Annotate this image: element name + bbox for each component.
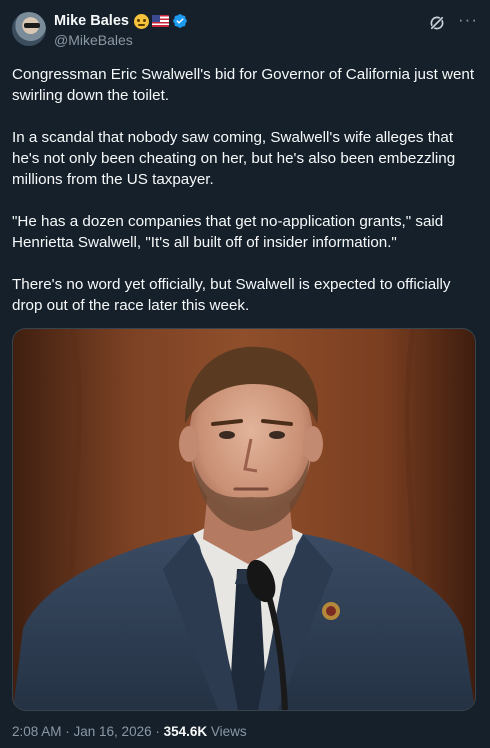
tweet-header: Mike Bales @MikeBales ··· bbox=[0, 0, 490, 60]
tweet-text: Congressman Eric Swalwell's bid for Gove… bbox=[12, 64, 482, 337]
avatar-sunglasses bbox=[24, 23, 40, 28]
us-flag-emoji-icon bbox=[151, 15, 169, 27]
verified-badge-icon[interactable] bbox=[172, 13, 188, 29]
tweet-paragraph-3: "He has a dozen companies that get no-ap… bbox=[12, 213, 444, 251]
author-handle[interactable]: @MikeBales bbox=[54, 32, 133, 48]
tweet-meta: 2:08 AM · Jan 16, 2026 · 354.6K Views bbox=[12, 724, 247, 739]
tweet-paragraph-1: Congressman Eric Swalwell's bid for Gove… bbox=[12, 66, 475, 104]
photo-man-in-suit-icon bbox=[13, 329, 475, 710]
author-name[interactable]: Mike Bales bbox=[54, 13, 129, 29]
tweet-media-photo[interactable] bbox=[12, 328, 476, 711]
views-label: Views bbox=[207, 724, 247, 739]
author-name-row[interactable]: Mike Bales bbox=[54, 13, 188, 29]
grok-icon[interactable] bbox=[428, 14, 446, 32]
tweet-timestamp[interactable]: 2:08 AM · Jan 16, 2026 · bbox=[12, 724, 164, 739]
smiling-face-emoji-icon bbox=[133, 13, 149, 29]
more-options-icon[interactable]: ··· bbox=[458, 10, 478, 30]
avatar[interactable] bbox=[12, 12, 46, 46]
views-count[interactable]: 354.6K bbox=[164, 724, 208, 739]
tweet-paragraph-4: There's no word yet officially, but Swal… bbox=[12, 276, 451, 314]
tweet-paragraph-2: In a scandal that nobody saw coming, Swa… bbox=[12, 129, 456, 188]
